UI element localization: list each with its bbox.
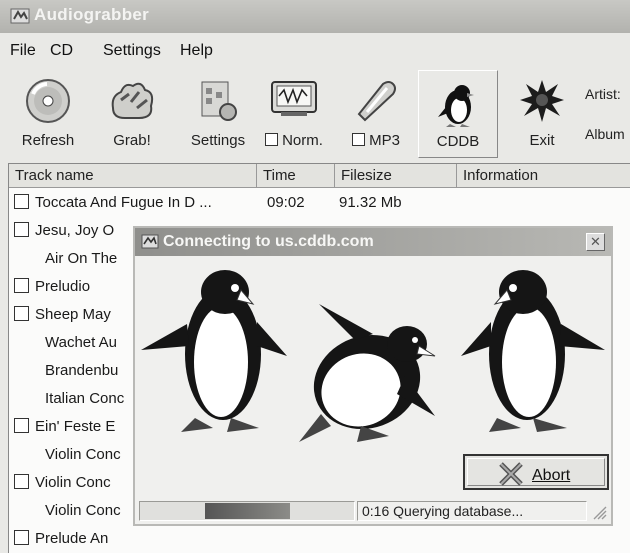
track-name: Violin Conc <box>35 474 111 491</box>
track-row[interactable]: Toccata And Fugue In D ... 09:02 91.32 Mb <box>9 190 630 215</box>
penguin-right <box>461 270 605 432</box>
track-checkbox[interactable] <box>14 278 29 293</box>
menu-file[interactable]: File <box>10 42 36 60</box>
album-label: Album <box>585 126 625 142</box>
settings-icon <box>201 81 237 121</box>
window-title: Audiograbber <box>34 5 150 24</box>
dialog-status-bar: 0:16 Querying database... <box>135 498 611 524</box>
track-name: Preludio <box>35 278 91 295</box>
mp3-label: MP3 <box>338 132 414 149</box>
settings-label: Settings <box>190 132 246 149</box>
track-name: Jesu, Joy O <box>35 222 115 239</box>
query-progress-bar <box>139 501 355 521</box>
abort-x-icon <box>499 462 523 486</box>
menu-settings[interactable]: Settings <box>103 42 161 60</box>
artist-label: Artist: <box>585 86 621 102</box>
refresh-button[interactable]: Refresh <box>8 70 88 158</box>
track-name: Violin Conc <box>45 502 121 519</box>
grab-button[interactable]: Grab! <box>96 70 168 158</box>
exit-label: Exit <box>529 132 555 149</box>
track-name: Wachet Au <box>45 334 117 351</box>
title-bar[interactable]: Audiograbber <box>0 0 630 33</box>
track-checkbox[interactable] <box>14 474 29 489</box>
dialog-close-button[interactable]: ✕ <box>586 233 605 251</box>
menu-cd[interactable]: CD <box>50 42 73 60</box>
penguin-left <box>141 270 287 432</box>
norm-toggle[interactable]: Norm. <box>258 70 330 158</box>
track-filesize: 91.32 Mb <box>339 194 402 211</box>
column-information[interactable]: Information <box>457 164 630 188</box>
track-name: Air On The <box>45 250 118 267</box>
mp3-encoder-icon <box>357 81 396 122</box>
column-time[interactable]: Time <box>257 164 335 188</box>
menu-help[interactable]: Help <box>180 42 213 60</box>
dialog-app-icon <box>141 234 159 249</box>
track-name: Prelude An <box>35 530 109 547</box>
dialog-title: Connecting to us.cddb.com <box>163 233 374 250</box>
abort-button-face: Abort <box>467 458 605 486</box>
track-name: Italian Conc <box>45 390 125 407</box>
cddb-button[interactable]: CDDB <box>418 70 498 158</box>
column-track-name[interactable]: Track name <box>9 164 257 188</box>
resize-grip-icon[interactable] <box>591 504 607 520</box>
track-name: Sheep May <box>35 306 111 323</box>
column-filesize[interactable]: Filesize <box>335 164 457 188</box>
settings-button[interactable]: Settings <box>180 70 256 158</box>
norm-checkbox[interactable] <box>265 133 279 146</box>
norm-label: Norm. <box>258 132 330 149</box>
mp3-checkbox[interactable] <box>352 133 366 146</box>
grab-hands-icon <box>111 82 154 119</box>
toolbar: Refresh Grab! Settings Norm. MP3 CDDB Ex… <box>0 70 630 158</box>
track-checkbox[interactable] <box>14 306 29 321</box>
mp3-toggle[interactable]: MP3 <box>338 70 414 158</box>
track-name: Violin Conc <box>45 446 121 463</box>
cddb-connect-dialog: Connecting to us.cddb.com ✕ Abort 0:16 Q… <box>133 226 613 526</box>
cddb-label: CDDB <box>436 133 480 150</box>
track-checkbox[interactable] <box>14 222 29 237</box>
penguin-icon <box>438 85 474 127</box>
cd-disc-icon <box>26 79 70 123</box>
menu-bar: File CD Settings Help <box>0 36 630 64</box>
penguin-middle <box>299 304 436 442</box>
track-name: Toccata And Fugue In D ... <box>35 194 212 211</box>
exit-button[interactable]: Exit <box>506 70 578 158</box>
track-checkbox[interactable] <box>14 194 29 209</box>
explosion-exit-icon <box>520 80 564 122</box>
abort-button[interactable]: Abort <box>463 454 609 490</box>
oscilloscope-icon <box>271 81 317 116</box>
refresh-label: Refresh <box>21 132 75 149</box>
track-time: 09:02 <box>267 194 305 211</box>
status-message: 0:16 Querying database... <box>357 501 587 521</box>
track-name: Ein' Feste E <box>35 418 116 435</box>
dialog-title-bar[interactable]: Connecting to us.cddb.com ✕ <box>135 228 611 256</box>
grab-label: Grab! <box>113 132 151 149</box>
progress-fill <box>204 503 290 519</box>
track-name: Brandenbu <box>45 362 119 379</box>
penguin-animation <box>141 270 605 442</box>
app-window: Audiograbber File CD Settings Help Refre… <box>0 0 630 553</box>
track-checkbox[interactable] <box>14 530 29 545</box>
track-checkbox[interactable] <box>14 418 29 433</box>
abort-label: Abort <box>532 467 571 484</box>
track-row[interactable]: Prelude An <box>9 526 630 551</box>
audiograbber-app-icon <box>10 8 30 24</box>
